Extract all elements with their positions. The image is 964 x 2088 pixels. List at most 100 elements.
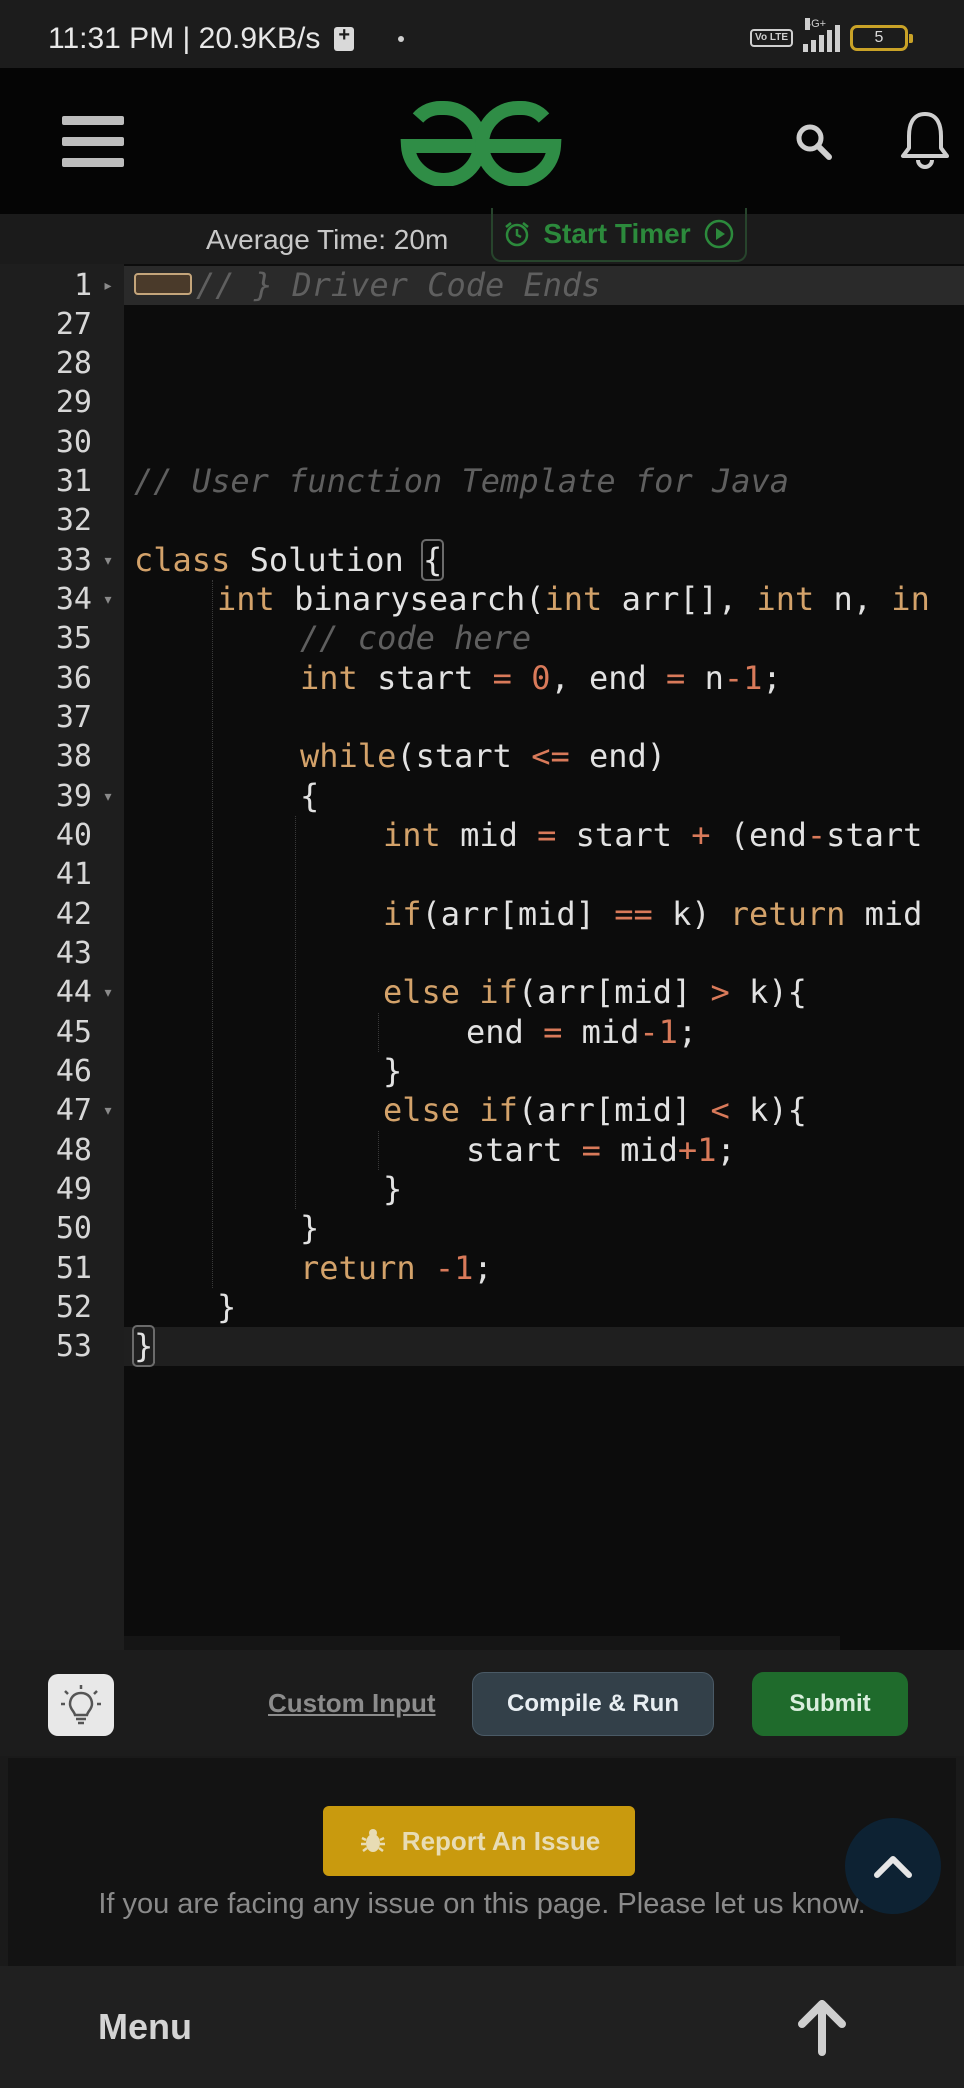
fold-arrow-icon[interactable]: ▾ [100, 541, 116, 580]
text-cursor [153, 1333, 156, 1363]
fold-arrow-icon[interactable]: ▾ [100, 777, 116, 816]
code-line-51: return -1; [300, 1249, 493, 1287]
status-bar: 11:31 PM | 20.9KB/s Vo LTE 4G+ 5 [0, 0, 964, 68]
average-time: Average Time: 20m [206, 224, 449, 255]
report-help-text: If you are facing any issue on this page… [98, 1888, 866, 1920]
line-number: 32 [55, 503, 92, 538]
fold-arrow-icon[interactable]: ▾ [100, 1091, 116, 1130]
app-header [0, 68, 964, 214]
code-line-36: int start = 0, end = n-1; [300, 659, 782, 697]
line-number: 47 [55, 1093, 92, 1128]
line-number: 30 [55, 425, 92, 460]
folded-code-widget-icon[interactable] [134, 273, 192, 295]
line-number: 29 [55, 385, 92, 420]
code-line-50: } [300, 1209, 320, 1247]
code-line-53: } [131, 1325, 156, 1367]
search-icon[interactable] [794, 122, 834, 162]
indent-guide [378, 1013, 379, 1052]
network-type: 4G+ [805, 18, 827, 30]
timer-row: Average Time: 20m Start Timer [0, 208, 964, 264]
line-number: 38 [55, 739, 92, 774]
line-number: 37 [55, 700, 92, 735]
bell-icon[interactable] [900, 110, 950, 170]
submit-button[interactable]: Submit [752, 1672, 908, 1736]
line-number: 40 [55, 818, 92, 853]
report-issue-label: Report An Issue [401, 1825, 601, 1856]
chevron-up-icon [874, 1856, 912, 1878]
scroll-to-top-button[interactable] [845, 1818, 941, 1914]
line-number: 42 [55, 897, 92, 932]
code-line-31: // User function Template for Java [134, 462, 790, 500]
start-timer-label: Start Timer [543, 218, 691, 249]
code-line-35: // code here [300, 619, 532, 657]
line-number-gutter: 1 ▸ 27 28 29 30 31 32 33 ▾ 34 ▾ 35 36 37… [0, 264, 124, 1650]
notification-dot-icon [398, 36, 405, 42]
start-timer-button[interactable]: Start Timer [491, 208, 747, 262]
menu-button[interactable]: Menu [98, 2006, 192, 2048]
battery-icon: 5 [850, 25, 913, 51]
status-left: 11:31 PM | 20.9KB/s [48, 22, 405, 56]
code-line-52: } [217, 1288, 237, 1326]
line-number: 41 [55, 857, 92, 892]
active-line-highlight [124, 1327, 964, 1366]
line-number: 49 [55, 1172, 92, 1207]
code-line-38: while(start <= end) [300, 737, 667, 775]
gfg-logo-icon[interactable] [396, 96, 566, 191]
lightbulb-icon [61, 1685, 101, 1725]
line-number: 46 [55, 1054, 92, 1089]
status-right: Vo LTE 4G+ 5 [750, 18, 913, 52]
hint-button[interactable] [48, 1674, 114, 1736]
line-number: 44 [55, 975, 92, 1010]
line-number: 45 [55, 1015, 92, 1050]
fold-arrow-icon[interactable]: ▾ [100, 580, 116, 619]
custom-input-link[interactable]: Custom Input [268, 1688, 436, 1719]
indent-guide [212, 580, 213, 1288]
bug-icon [360, 1829, 385, 1852]
volte-icon: Vo LTE [750, 29, 793, 47]
code-line-45: end = mid-1; [466, 1013, 698, 1051]
line-number: 27 [55, 307, 92, 342]
code-line-44: else if(arr[mid] > k){ [383, 973, 807, 1011]
line-number: 52 [55, 1290, 92, 1325]
battery-level: 5 [874, 29, 884, 46]
code-editor[interactable]: 1 ▸ 27 28 29 30 31 32 33 ▾ 34 ▾ 35 36 37… [0, 264, 964, 1650]
line-number: 53 [55, 1329, 92, 1364]
report-section: Report An Issue If you are facing any is… [8, 1758, 956, 1966]
line-number: 36 [55, 661, 92, 696]
line-number: 39 [55, 779, 92, 814]
line-number: 51 [55, 1251, 92, 1286]
indent-guide [295, 816, 296, 1209]
line-number: 43 [55, 936, 92, 971]
code-line-40: int mid = start + (end-start [383, 816, 923, 854]
battery-saver-icon [334, 24, 355, 51]
status-time-speed: 11:31 PM | 20.9KB/s [48, 22, 321, 55]
horizontal-scrollbar[interactable] [124, 1636, 840, 1650]
fold-arrow-icon[interactable]: ▾ [100, 973, 116, 1012]
bottom-bar: Menu [0, 1966, 964, 2088]
signal-icon: 4G+ [803, 18, 840, 52]
indent-guide [378, 1131, 379, 1170]
action-bar: Custom Input Compile & Run Submit [0, 1650, 964, 1756]
line-number: 1 [73, 268, 92, 303]
line-number: 31 [55, 464, 92, 499]
line-number: 33 [55, 543, 92, 578]
play-circle-icon [704, 219, 733, 249]
fold-arrow-icon[interactable]: ▸ [100, 266, 116, 305]
arrow-up-icon[interactable] [792, 1996, 852, 2056]
line-number: 35 [55, 621, 92, 656]
line-number: 34 [55, 582, 92, 617]
code-line-42: if(arr[mid] == k) return mid [383, 895, 923, 933]
line-number: 28 [55, 346, 92, 381]
line-number: 50 [55, 1211, 92, 1246]
code-line-49: } [383, 1170, 403, 1208]
code-line-1: // } Driver Code Ends [134, 266, 601, 305]
compile-run-button[interactable]: Compile & Run [472, 1672, 714, 1736]
hamburger-menu-icon[interactable] [62, 116, 124, 168]
code-area[interactable]: // } Driver Code Ends // User function T… [124, 264, 964, 1650]
report-issue-button[interactable]: Report An Issue [323, 1806, 635, 1876]
code-line-33: class Solution { [134, 539, 445, 581]
code-line-46: } [383, 1052, 403, 1090]
line-number: 48 [55, 1133, 92, 1168]
code-line-47: else if(arr[mid] < k){ [383, 1091, 807, 1129]
code-line-48: start = mid+1; [466, 1131, 736, 1169]
